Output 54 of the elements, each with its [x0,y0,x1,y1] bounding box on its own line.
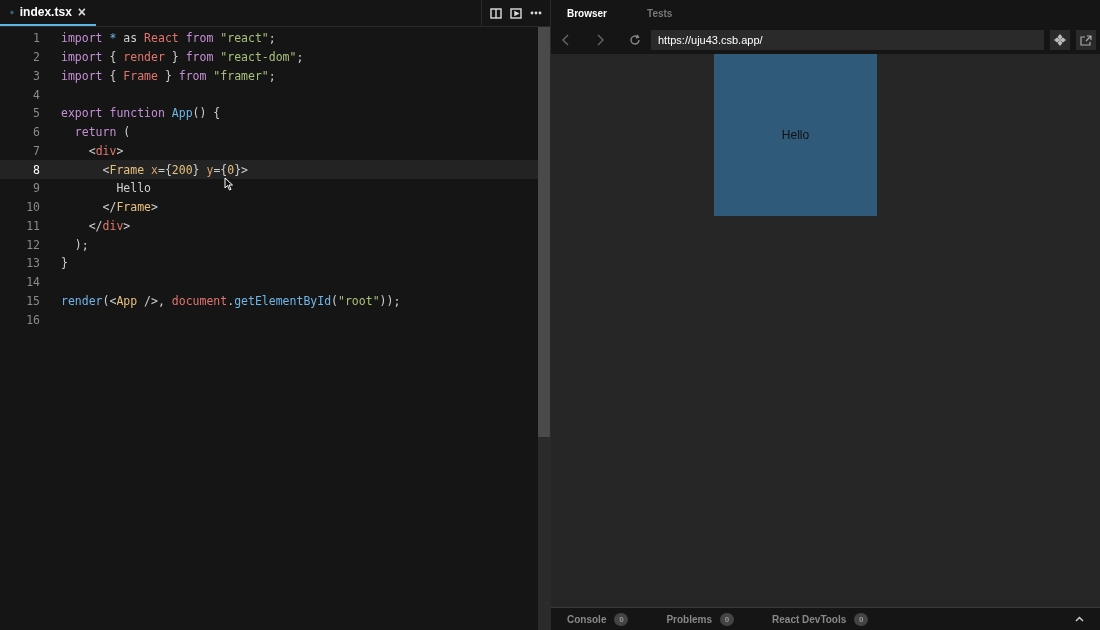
line-number: 11 [25,218,40,233]
code-text: <div> [87,143,124,158]
more-icon[interactable] [530,11,542,15]
line-number: 13 [25,256,40,271]
preview-tab[interactable]: Tests [647,7,673,19]
line-number: 9 [32,181,40,196]
panel-tab[interactable]: Console 0 [567,612,629,626]
code-text: ); [73,237,89,252]
line-number: 5 [32,106,40,121]
open-window-button[interactable] [1076,30,1096,50]
forward-icon[interactable] [595,34,605,46]
count-badge: 0 [614,612,629,626]
line-number: 4 [32,87,40,102]
code-text: export function App() { [61,106,221,121]
frame-text: Hello [781,128,810,142]
line-number: 7 [32,143,40,158]
address-field[interactable]: https://uju43.csb.app/ [651,30,1044,50]
code-text: import * as React from "react"; [61,31,276,46]
code-text: import { render } from "react-dom"; [61,50,304,65]
line-number: 12 [25,237,40,252]
line-number: 6 [32,125,40,140]
count-badge: 0 [854,612,869,626]
preview-icon[interactable] [510,7,522,19]
code-text: </div> [87,218,131,233]
code-text: return ( [73,125,131,140]
line-number: 8 [32,162,40,177]
line-number: 2 [32,50,40,65]
line-number: 3 [32,68,40,83]
editor-tab[interactable]: index.tsx × [0,0,96,26]
devtools-button[interactable] [1050,30,1070,50]
external-link-icon [1080,34,1092,46]
back-icon[interactable] [561,34,571,46]
line-number: 14 [25,275,40,290]
mouse-pointer-icon [224,177,234,191]
line-number: 16 [25,312,40,327]
count-badge: 0 [720,612,735,626]
panel-tab[interactable]: React DevTools 0 [772,612,869,626]
code-text: } [61,256,68,271]
code-text: <Frame x={200} y={0}> [101,162,249,177]
preview-tab[interactable]: Browser [567,7,607,19]
line-number: 15 [25,293,40,308]
scrollbar-thumb[interactable] [538,27,550,437]
code-text: </Frame> [101,200,158,215]
chevron-up-icon[interactable] [1075,616,1084,622]
close-icon[interactable]: × [77,4,86,20]
code-text: Hello [115,181,151,196]
diamond-grid-icon [1054,34,1066,46]
reload-icon[interactable] [629,34,641,46]
line-number: 1 [32,31,40,46]
code-text: import { Frame } from "framer"; [61,68,276,83]
line-number: 10 [25,200,40,215]
code-text: render(<App />, document.getElementById("root")); [61,293,401,308]
split-view-icon[interactable] [490,7,502,19]
panel-tab[interactable]: Problems 0 [666,612,735,626]
